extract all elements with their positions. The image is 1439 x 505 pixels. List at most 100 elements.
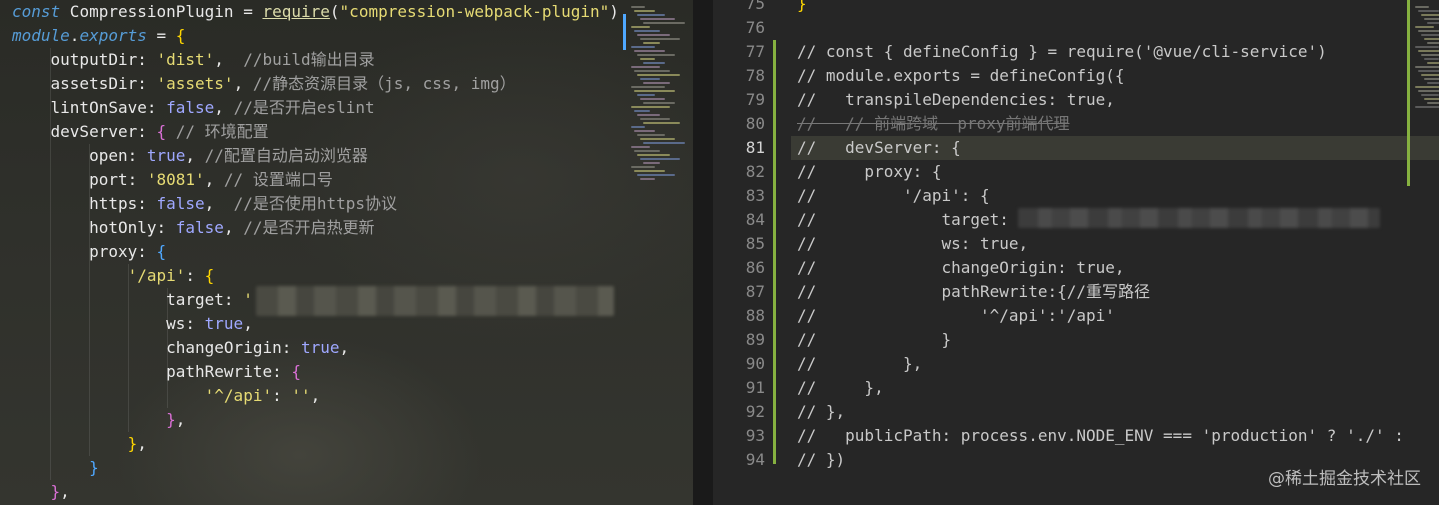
code-token: require <box>262 2 330 21</box>
code-line[interactable]: https: false, //是否使用https协议 <box>12 192 397 216</box>
minimap-line <box>634 30 660 32</box>
code-token: devServer: <box>12 122 157 141</box>
minimap-line <box>1427 102 1439 104</box>
code-line[interactable]: // }, <box>797 400 845 424</box>
code-line[interactable]: }, <box>12 432 147 456</box>
code-line[interactable]: proxy: { <box>12 240 166 264</box>
code-line[interactable]: // } <box>797 328 951 352</box>
line-number: 83 <box>745 186 765 205</box>
code-token: : <box>185 266 205 285</box>
minimap-line <box>631 86 665 88</box>
code-line[interactable]: // '/api': { <box>797 184 990 208</box>
code-line[interactable]: // const { defineConfig } = require('@vu… <box>797 40 1327 64</box>
code-line[interactable]: // '^/api':'/api' <box>797 304 1115 328</box>
code-line[interactable]: hotOnly: false, //是否开启热更新 <box>12 216 374 240</box>
code-line[interactable]: // module.exports = defineConfig({ <box>797 64 1125 88</box>
minimap-line <box>634 70 670 72</box>
code-line[interactable]: assetsDir: 'assets', //静态资源目录（js, css, i… <box>12 72 516 96</box>
code-token: , <box>243 314 253 333</box>
code-line[interactable]: open: true, //配置自动启动浏览器 <box>12 144 368 168</box>
line-number: 87 <box>745 282 765 301</box>
code-line[interactable]: module.exports = { <box>12 24 185 48</box>
code-token: // 环境配置 <box>166 122 269 141</box>
code-line[interactable]: // // 前端跨域 proxy前端代理 <box>797 112 1070 136</box>
code-token: . <box>69 26 80 45</box>
code-token: , <box>137 434 147 453</box>
minimap-line <box>1427 42 1439 44</box>
line-number: 88 <box>745 306 765 325</box>
minimap-line <box>1418 50 1439 52</box>
minimap-line <box>1418 10 1439 12</box>
code-token: , <box>185 146 205 165</box>
code-token: , <box>204 194 234 213</box>
minimap-line <box>1421 34 1439 36</box>
code-line[interactable]: lintOnSave: false, //是否开启eslint <box>12 96 375 120</box>
minimap-line <box>643 122 680 124</box>
code-line[interactable]: changeOrigin: true, <box>12 336 349 360</box>
code-line[interactable]: outputDir: 'dist', //build输出目录 <box>12 48 375 72</box>
code-line[interactable]: // changeOrigin: true, <box>797 256 1125 280</box>
left-minimap[interactable] <box>623 0 693 190</box>
code-line[interactable]: // pathRewrite:{//重写路径 <box>797 280 1150 304</box>
right-minimap[interactable] <box>1407 0 1439 190</box>
right-editor-pane[interactable]: 75 76 77 78 79 80 81 82 83 84 85 86 87 88 89 90 91 92 93 94… <box>713 0 1439 505</box>
code-line[interactable]: target: ' <box>12 288 253 312</box>
code-line[interactable]: devServer: { // 环境配置 <box>12 120 269 144</box>
code-line[interactable]: }, <box>12 480 70 504</box>
code-token: } <box>166 410 176 429</box>
line-number: 90 <box>745 354 765 373</box>
code-line[interactable]: }, <box>12 408 185 432</box>
code-token: pathRewrite: <box>12 362 292 381</box>
line-number: 86 <box>745 258 765 277</box>
minimap-line <box>1415 6 1429 8</box>
code-token: , <box>310 386 321 405</box>
minimap-line <box>1427 82 1439 84</box>
minimap-line <box>643 22 685 24</box>
code-token: , <box>204 170 224 189</box>
minimap-line <box>637 154 670 156</box>
minimap-line <box>1415 26 1434 28</box>
code-token: { <box>204 266 215 285</box>
code-token: hotOnly: <box>12 218 176 237</box>
code-line[interactable]: } <box>797 0 807 16</box>
git-change-indicator <box>1407 0 1410 186</box>
code-line[interactable]: '/api': { <box>12 264 215 288</box>
minimap-line <box>634 90 675 92</box>
code-token: 'assets' <box>156 74 234 93</box>
code-line[interactable]: // devServer: { <box>797 136 961 160</box>
code-line[interactable]: // publicPath: process.env.NODE_ENV === … <box>797 424 1404 448</box>
code-token: target: <box>12 290 244 309</box>
code-line[interactable]: // ws: true, <box>797 232 1028 256</box>
minimap-line <box>1424 18 1439 20</box>
pane-divider[interactable] <box>693 0 713 505</box>
code-line[interactable]: const CompressionPlugin = require("compr… <box>12 0 619 24</box>
code-line[interactable]: // }) <box>797 448 845 472</box>
code-line[interactable]: port: '8081', // 设置端口号 <box>12 168 333 192</box>
line-number: 92 <box>745 402 765 421</box>
code-line[interactable]: '^/api': '', <box>12 384 321 408</box>
code-token: "compression-webpack-plugin" <box>339 2 610 21</box>
left-editor-pane[interactable]: const CompressionPlugin = require("compr… <box>0 0 693 505</box>
code-token: // 设置端口号 <box>223 170 333 189</box>
code-token: ' <box>243 290 253 309</box>
code-token: ( <box>329 2 340 21</box>
code-token: } <box>50 482 61 501</box>
code-token: ) <box>609 2 619 21</box>
code-line[interactable]: // proxy: { <box>797 160 942 184</box>
code-line[interactable]: pathRewrite: { <box>12 360 301 384</box>
minimap-line <box>631 6 645 8</box>
code-line[interactable]: } <box>12 456 99 480</box>
code-line[interactable]: ws: true, <box>12 312 253 336</box>
code-line[interactable]: // target: <box>797 208 1009 232</box>
code-token: , <box>233 74 253 93</box>
code-line[interactable]: // }, <box>797 352 922 376</box>
code-token: outputDir: <box>12 50 157 69</box>
line-number: 76 <box>745 18 765 37</box>
code-line[interactable]: // }, <box>797 376 884 400</box>
code-token: //静态资源目录（js, css, img） <box>252 74 516 93</box>
code-line[interactable]: // transpileDependencies: true, <box>797 88 1115 112</box>
